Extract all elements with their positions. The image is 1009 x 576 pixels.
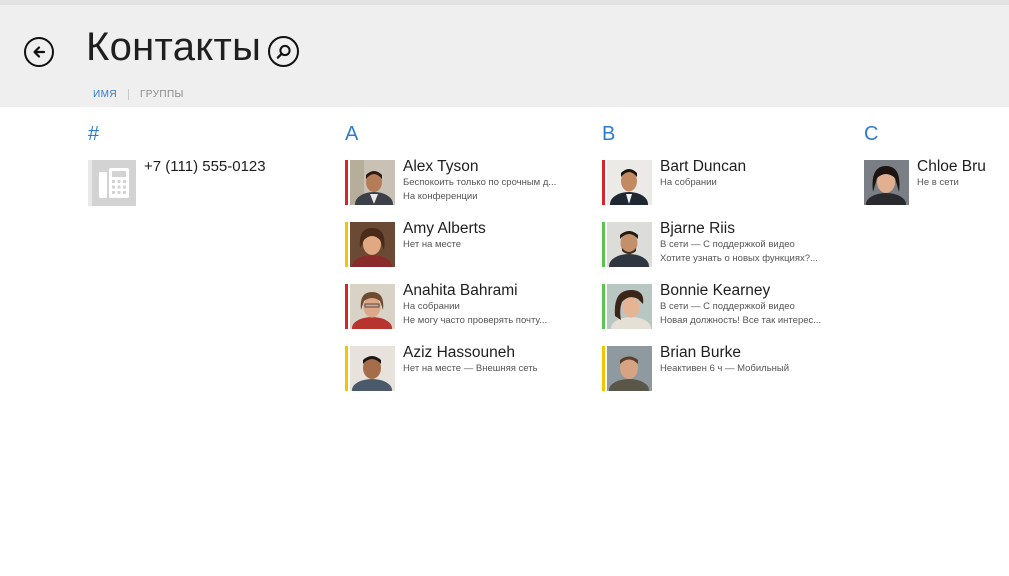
contact-name: Anahita Bahrami [403, 282, 518, 299]
contact-status: Не в сети [917, 177, 959, 188]
contact-note: Не могу часто проверять почту... [403, 315, 548, 326]
contact-status: В сети — С поддержкой видео [660, 239, 795, 250]
presence-indicator [602, 284, 605, 329]
group-a: A Alex Tyson Беспокоить только по срочны… [345, 122, 556, 391]
group-header[interactable]: # [88, 122, 99, 150]
group-header[interactable]: A [345, 122, 358, 150]
contact-bart-duncan[interactable]: Bart Duncan На собрании [602, 158, 852, 208]
group-hash: # +7 (111) 555-0123 [88, 122, 266, 206]
contact-name: Aziz Hassouneh [403, 344, 516, 361]
contact-anahita-bahrami[interactable]: Anahita Bahrami На собрании Не могу част… [345, 282, 595, 332]
contact-status: Неактивен 6 ч — Мобильный [660, 363, 790, 374]
contact-name: Bart Duncan [660, 158, 747, 175]
contact-name: Bonnie Kearney [660, 282, 771, 299]
contact-name: Alex Tyson [403, 158, 479, 175]
contact-status: В сети — С поддержкой видео [660, 301, 795, 312]
avatar [350, 160, 395, 205]
tab-groups[interactable]: ГРУППЫ [140, 89, 184, 100]
contact-name: Brian Burke [660, 344, 741, 361]
avatar [350, 222, 395, 267]
avatar [350, 284, 395, 329]
contact-status: На собрании [660, 177, 717, 188]
presence-indicator [602, 160, 605, 205]
contact-status: Нет на месте [403, 239, 462, 250]
contact-alex-tyson[interactable]: Alex Tyson Беспокоить только по срочным … [345, 158, 595, 208]
contact-name: Bjarne Riis [660, 220, 735, 237]
back-button[interactable] [24, 37, 54, 67]
group-header[interactable]: C [859, 122, 878, 150]
avatar [607, 284, 652, 329]
contact-note: На конференции [403, 191, 478, 202]
avatar [607, 346, 652, 391]
contact-chloe-bru[interactable]: Chloe Bru Не в сети [859, 158, 1009, 208]
avatar [607, 222, 652, 267]
contact-name: Amy Alberts [403, 220, 486, 237]
presence-indicator [345, 284, 348, 329]
avatar [864, 160, 909, 205]
presence-indicator [345, 346, 348, 391]
page-title: Контакты [86, 25, 262, 69]
presence-indicator [345, 160, 348, 205]
view-tabs: ИМЯ ГРУППЫ [93, 89, 184, 100]
avatar [350, 346, 395, 391]
phone-contact[interactable]: +7 (111) 555-0123 [88, 158, 308, 208]
phone-number: +7 (111) 555-0123 [144, 158, 266, 175]
back-arrow-icon [33, 46, 46, 58]
tab-divider [127, 89, 129, 100]
search-button[interactable] [268, 36, 299, 67]
presence-indicator [345, 222, 348, 267]
contact-status: Нет на месте — Внешняя сеть [403, 363, 538, 374]
contact-bjarne-riis[interactable]: Bjarne Riis В сети — С поддержкой видео … [602, 220, 852, 270]
contact-note: Хотите узнать о новых функциях?... [660, 253, 818, 264]
group-b: B Bart Duncan На собрании Bjarne Riis В … [602, 122, 821, 391]
avatar [607, 160, 652, 205]
phone-icon [88, 160, 136, 206]
contact-status: Беспокоить только по срочным д... [403, 177, 557, 188]
contact-amy-alberts[interactable]: Amy Alberts Нет на месте [345, 220, 595, 270]
contact-name: Chloe Bru [917, 158, 986, 175]
presence-indicator [602, 222, 605, 267]
contact-status: На собрании [403, 301, 460, 312]
presence-indicator [602, 346, 605, 391]
contact-aziz-hassouneh[interactable]: Aziz Hassouneh Нет на месте — Внешняя се… [345, 344, 595, 394]
contact-brian-burke[interactable]: Brian Burke Неактивен 6 ч — Мобильный [602, 344, 852, 394]
tab-name[interactable]: ИМЯ [93, 89, 117, 100]
contact-note: Новая должность! Все так интерес... [660, 315, 822, 326]
contact-bonnie-kearney[interactable]: Bonnie Kearney В сети — С поддержкой вид… [602, 282, 852, 332]
group-c: C Chloe Bru Не в сети [859, 122, 986, 205]
group-header[interactable]: B [602, 122, 615, 150]
search-icon [276, 44, 291, 59]
